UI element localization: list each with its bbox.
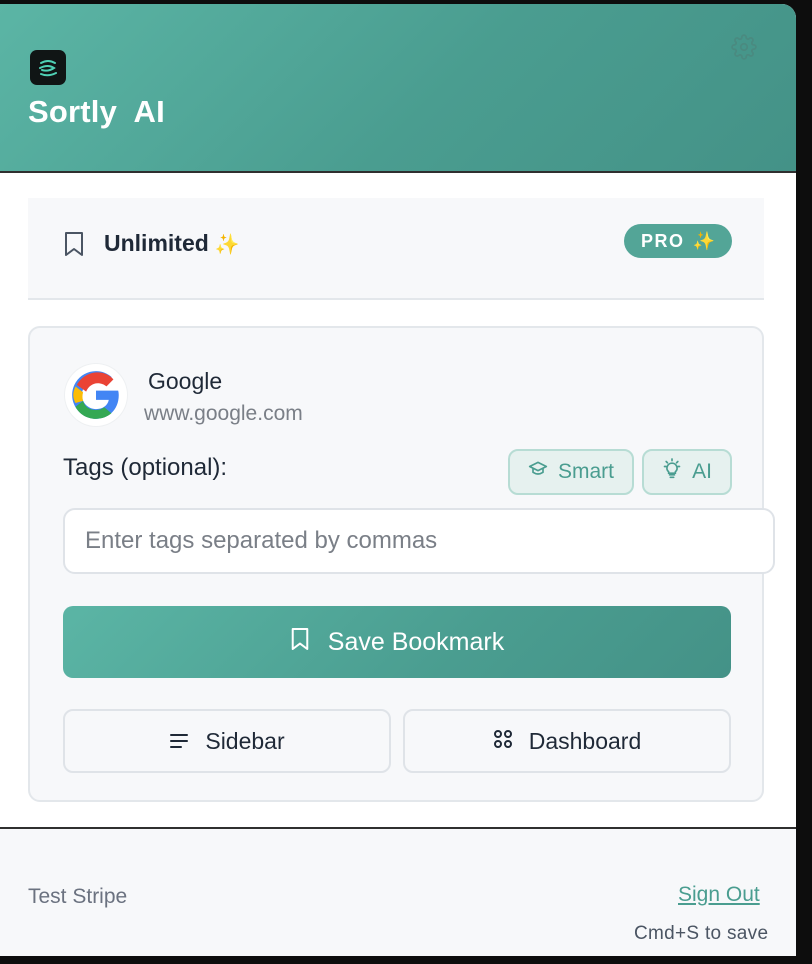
smart-tags-label: Smart [557,460,614,483]
account-label: Test Stripe [28,885,128,908]
site-url: www.google.com [144,402,303,425]
sparkle-icon: ✨ [214,234,240,256]
sparkle-icon: ✨ [692,230,715,251]
dashboard-label: Dashboard [528,727,642,754]
gear-icon[interactable] [730,33,758,61]
plan-name: Unlimited [104,230,209,256]
bookmark-card: Google www.google.com Tags (optional): S… [28,326,775,802]
pro-badge: PRO ✨ [624,224,732,258]
sign-out-link[interactable]: Sign Out [678,883,760,907]
bookmark-icon [63,231,85,262]
app-title: Sortly AI [28,94,165,129]
site-name: Google [148,368,223,394]
extension-popup: Sortly AI Unlimited ✨ PRO ✨ Google www.g… [0,4,796,956]
google-icon [65,364,127,426]
save-bookmark-button[interactable]: Save Bookmark [63,606,731,678]
header: Sortly AI [0,4,796,173]
tags-label: Tags (optional): [63,454,228,481]
ai-tags-label: AI [692,460,712,483]
smart-tags-button[interactable]: Smart [508,449,634,495]
sidebar-label: Sidebar [205,727,285,754]
plan-label: Unlimited ✨ [104,230,240,257]
footer: Test Stripe Sign Out Cmd+S to save [0,827,796,956]
tags-input[interactable] [63,508,775,574]
shortcut-hint: Cmd+S to save [634,923,769,944]
save-bookmark-label: Save Bookmark [327,627,505,656]
app-logo-icon [30,50,66,85]
lightbulb-icon [662,458,682,486]
menu-lines-icon [169,728,189,755]
grid-icon [493,728,513,755]
pro-badge-label: PRO [641,230,685,251]
plan-status: Unlimited ✨ PRO ✨ [28,198,764,300]
ai-tags-button[interactable]: AI [642,449,732,495]
bookmark-icon [290,626,310,659]
open-dashboard-button[interactable]: Dashboard [403,709,731,773]
graduation-cap-icon [528,460,548,484]
open-sidebar-button[interactable]: Sidebar [63,709,391,773]
